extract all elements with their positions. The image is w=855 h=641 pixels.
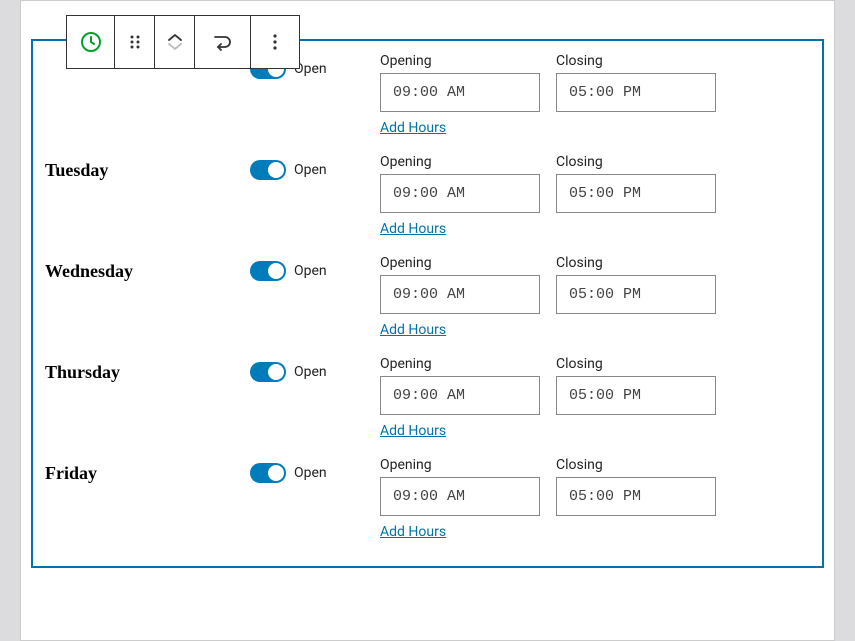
open-toggle[interactable] [250, 362, 286, 382]
add-hours-link[interactable]: Add Hours [380, 423, 810, 439]
opening-input[interactable] [380, 275, 540, 314]
move-controls [155, 16, 195, 68]
closing-input[interactable] [556, 73, 716, 112]
closing-label: Closing [556, 457, 716, 473]
add-hours-link[interactable]: Add Hours [380, 322, 810, 338]
add-hours-link[interactable]: Add Hours [380, 221, 810, 237]
add-hours-link[interactable]: Add Hours [380, 524, 810, 540]
toggle-label: Open [294, 465, 327, 481]
block-type-button[interactable] [67, 16, 115, 68]
closing-label: Closing [556, 53, 716, 69]
toggle-label: Open [294, 162, 327, 178]
toggle-col: Open [250, 255, 380, 281]
wrap-arrow-icon [211, 33, 235, 51]
add-hours-link[interactable]: Add Hours [380, 120, 810, 136]
times-col: Opening Closing Add Hours [380, 255, 810, 338]
opening-input[interactable] [380, 376, 540, 415]
drag-handle[interactable] [115, 16, 155, 68]
opening-label: Opening [380, 154, 540, 170]
opening-input[interactable] [380, 73, 540, 112]
day-row: Friday Open Opening Closing Add Hours [45, 445, 810, 546]
opening-input[interactable] [380, 174, 540, 213]
transform-button[interactable] [195, 16, 251, 68]
opening-label: Opening [380, 53, 540, 69]
day-name: Tuesday [45, 154, 250, 181]
open-toggle[interactable] [250, 160, 286, 180]
move-up-button[interactable] [168, 33, 182, 41]
closing-input[interactable] [556, 174, 716, 213]
editor-canvas: Open Opening Closing Add Hours Tuesday [20, 0, 835, 641]
opening-input[interactable] [380, 477, 540, 516]
day-row: Thursday Open Opening Closing Add Hours [45, 344, 810, 445]
day-row: Tuesday Open Opening Closing Add Hours [45, 142, 810, 243]
open-toggle[interactable] [250, 261, 286, 281]
day-name: Friday [45, 457, 250, 484]
times-col: Opening Closing Add Hours [380, 154, 810, 237]
more-options-button[interactable] [251, 16, 299, 68]
times-col: Opening Closing Add Hours [380, 356, 810, 439]
closing-label: Closing [556, 356, 716, 372]
day-name: Thursday [45, 356, 250, 383]
toggle-label: Open [294, 263, 327, 279]
toggle-col: Open [250, 457, 380, 483]
closing-input[interactable] [556, 477, 716, 516]
closing-input[interactable] [556, 275, 716, 314]
closing-input[interactable] [556, 376, 716, 415]
move-down-button[interactable] [168, 43, 182, 51]
opening-label: Opening [380, 457, 540, 473]
toggle-col: Open [250, 356, 380, 382]
closing-label: Closing [556, 154, 716, 170]
block-toolbar [66, 15, 300, 69]
more-vertical-icon [273, 34, 277, 50]
drag-icon [127, 34, 143, 50]
business-hours-block[interactable]: Open Opening Closing Add Hours Tuesday [31, 39, 824, 568]
closing-label: Closing [556, 255, 716, 271]
toggle-col: Open [250, 154, 380, 180]
times-col: Opening Closing Add Hours [380, 53, 810, 136]
toggle-label: Open [294, 364, 327, 380]
times-col: Opening Closing Add Hours [380, 457, 810, 540]
opening-label: Opening [380, 255, 540, 271]
clock-icon [79, 30, 103, 54]
open-toggle[interactable] [250, 463, 286, 483]
opening-label: Opening [380, 356, 540, 372]
day-row: Wednesday Open Opening Closing Add Hours [45, 243, 810, 344]
day-name: Wednesday [45, 255, 250, 282]
